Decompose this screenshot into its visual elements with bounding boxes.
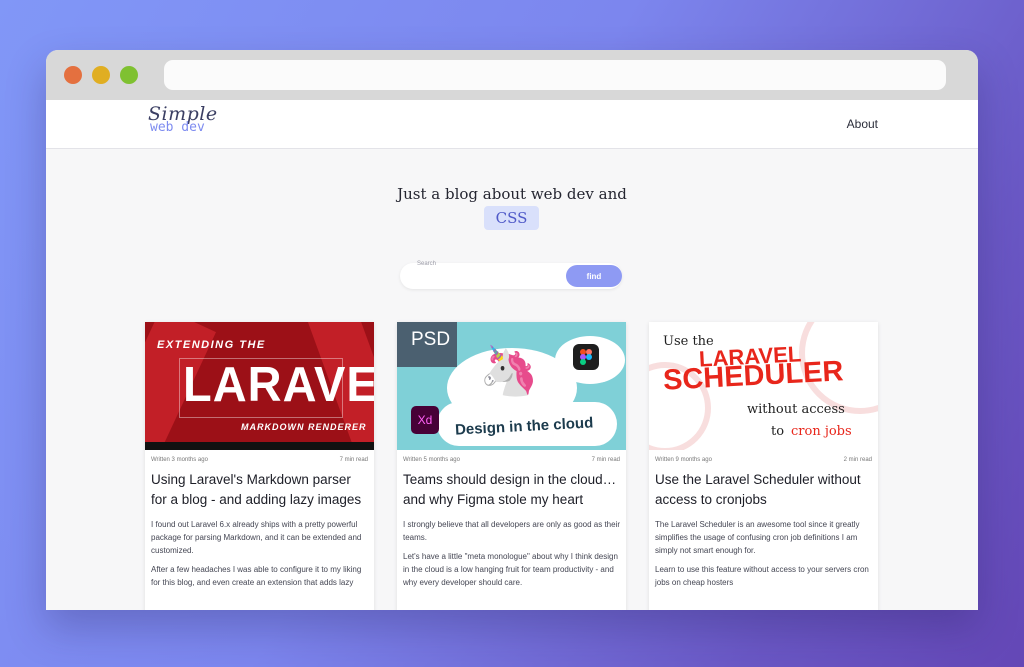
post-meta: Written 5 months ago 7 min read — [403, 450, 620, 466]
post-meta: Written 3 months ago 7 min read — [151, 450, 368, 466]
post-read-time: 2 min read — [843, 457, 872, 463]
thumbnail-text: to — [771, 424, 785, 439]
site-header: Simple web dev About — [46, 100, 978, 149]
post-excerpt: The Laravel Scheduler is an awesome tool… — [655, 520, 860, 555]
post-thumbnail[interactable]: EXTENDING THE LARAVEL MARKDOWN RENDERER — [145, 322, 374, 450]
maximize-window-button[interactable] — [120, 66, 138, 84]
post-excerpt: After a few headaches I was able to conf… — [151, 565, 362, 587]
search-label: Search — [417, 261, 437, 267]
browser-window: Simple web dev About Just a blog about w… — [46, 50, 978, 610]
post-card[interactable]: Use the LARAVEL SCHEDULER without access… — [649, 322, 878, 610]
post-title[interactable]: Using Laravel's Markdown parser for a bl… — [151, 470, 368, 510]
thumbnail-text: MARKDOWN RENDERER — [241, 422, 367, 432]
thumbnail-text: cron jobs — [791, 424, 852, 439]
post-read-time: 7 min read — [591, 457, 620, 463]
hero-topic-tag: CSS — [484, 206, 539, 230]
site-logo[interactable]: Simple web dev — [148, 105, 218, 135]
post-excerpt: Learn to use this feature without access… — [655, 565, 869, 587]
unicorn-icon: 🦄 — [479, 345, 539, 398]
thumbnail-text: without access — [747, 402, 845, 417]
post-date: Written 9 months ago — [655, 457, 712, 463]
thumbnail-headline: LARAVEL — [183, 355, 374, 412]
post-date: Written 3 months ago — [151, 457, 208, 463]
post-thumbnail[interactable]: Use the LARAVEL SCHEDULER without access… — [649, 322, 878, 450]
post-excerpt: I found out Laravel 6.x already ships wi… — [151, 520, 362, 555]
post-title[interactable]: Use the Laravel Scheduler without access… — [655, 470, 872, 510]
adobe-xd-icon: Xd — [411, 406, 439, 434]
browser-toolbar — [46, 50, 978, 100]
post-date: Written 5 months ago — [403, 457, 460, 463]
post-card[interactable]: PSD 🦄 Xd Design in the cloud Written 5 m… — [397, 322, 626, 610]
post-thumbnail[interactable]: PSD 🦄 Xd Design in the cloud — [397, 322, 626, 450]
photoshop-label: PSD — [411, 329, 451, 350]
hero-text: Just a blog about web dev and — [397, 185, 627, 203]
post-meta: Written 9 months ago 2 min read — [655, 450, 872, 466]
find-button[interactable]: find — [566, 265, 622, 287]
post-title[interactable]: Teams should design in the cloud… and wh… — [403, 470, 620, 510]
search-input[interactable] — [414, 271, 568, 287]
thumbnail-decoration — [145, 442, 374, 450]
post-excerpt: I strongly believe that all developers a… — [403, 520, 621, 542]
address-bar[interactable] — [164, 60, 946, 90]
post-excerpt: Let's have a little "meta monologue" abo… — [403, 552, 618, 587]
search-form: Search find — [400, 261, 622, 289]
nav-link-about[interactable]: About — [847, 117, 878, 131]
close-window-button[interactable] — [64, 66, 82, 84]
post-card[interactable]: EXTENDING THE LARAVEL MARKDOWN RENDERER … — [145, 322, 374, 610]
minimize-window-button[interactable] — [92, 66, 110, 84]
thumbnail-text: EXTENDING THE — [157, 339, 266, 351]
figma-icon — [573, 344, 599, 370]
post-read-time: 7 min read — [339, 457, 368, 463]
